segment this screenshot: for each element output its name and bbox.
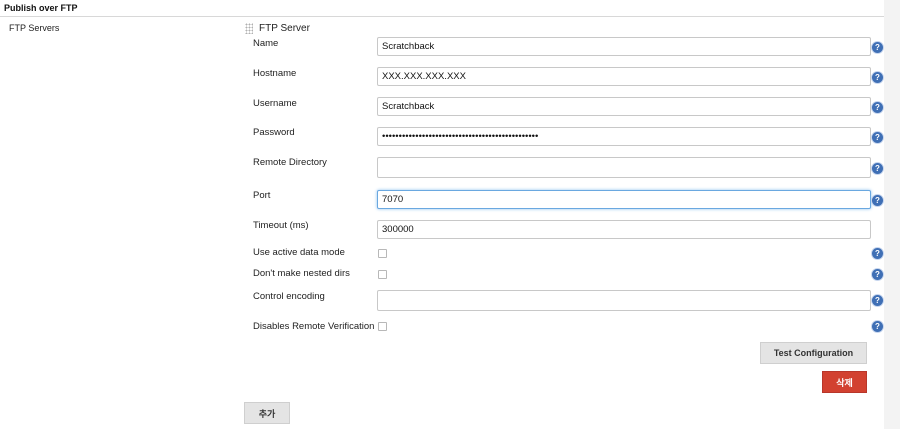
delete-button[interactable]: 삭제 <box>822 371 867 393</box>
port-input[interactable] <box>377 190 871 209</box>
name-input[interactable] <box>377 37 871 56</box>
ftp-server-title: FTP Server <box>259 23 310 34</box>
help-icon[interactable]: ? <box>872 321 883 332</box>
add-button[interactable]: 추가 <box>244 402 290 424</box>
timeout-input[interactable] <box>377 220 871 239</box>
username-input[interactable] <box>377 97 871 116</box>
active-mode-checkbox[interactable] <box>378 249 387 258</box>
drag-handle-icon[interactable] <box>245 23 253 34</box>
password-label: Password <box>253 127 295 138</box>
help-icon[interactable]: ? <box>872 195 883 206</box>
name-label: Name <box>253 38 279 49</box>
remote-verification-checkbox[interactable] <box>378 322 387 331</box>
help-icon[interactable]: ? <box>872 163 883 174</box>
help-icon[interactable]: ? <box>872 248 883 259</box>
remote-verification-label: Disables Remote Verification <box>253 321 375 332</box>
help-icon[interactable]: ? <box>872 269 883 280</box>
section-title: Publish over FTP <box>4 3 78 13</box>
help-icon[interactable]: ? <box>872 102 883 113</box>
control-encoding-label: Control encoding <box>253 291 325 302</box>
remote-directory-input[interactable] <box>377 157 871 178</box>
help-icon[interactable]: ? <box>872 295 883 306</box>
password-input[interactable] <box>377 127 871 146</box>
help-icon[interactable]: ? <box>872 42 883 53</box>
help-icon[interactable]: ? <box>872 132 883 143</box>
port-label: Port <box>253 190 271 201</box>
ftp-server-header: FTP Server <box>245 23 310 34</box>
nested-dirs-checkbox[interactable] <box>378 270 387 279</box>
timeout-label: Timeout (ms) <box>253 220 309 231</box>
hostname-input[interactable] <box>377 67 871 86</box>
help-icon[interactable]: ? <box>872 72 883 83</box>
nested-dirs-label: Don't make nested dirs <box>253 268 350 279</box>
username-label: Username <box>253 98 297 109</box>
section-header: Publish over FTP <box>0 0 884 17</box>
hostname-label: Hostname <box>253 68 297 79</box>
control-encoding-input[interactable] <box>377 290 871 311</box>
remote-directory-label: Remote Directory <box>253 157 327 168</box>
ftp-servers-label: FTP Servers <box>9 23 60 33</box>
active-mode-label: Use active data mode <box>253 247 345 258</box>
test-configuration-button[interactable]: Test Configuration <box>760 342 867 364</box>
scrollbar[interactable] <box>884 0 900 429</box>
